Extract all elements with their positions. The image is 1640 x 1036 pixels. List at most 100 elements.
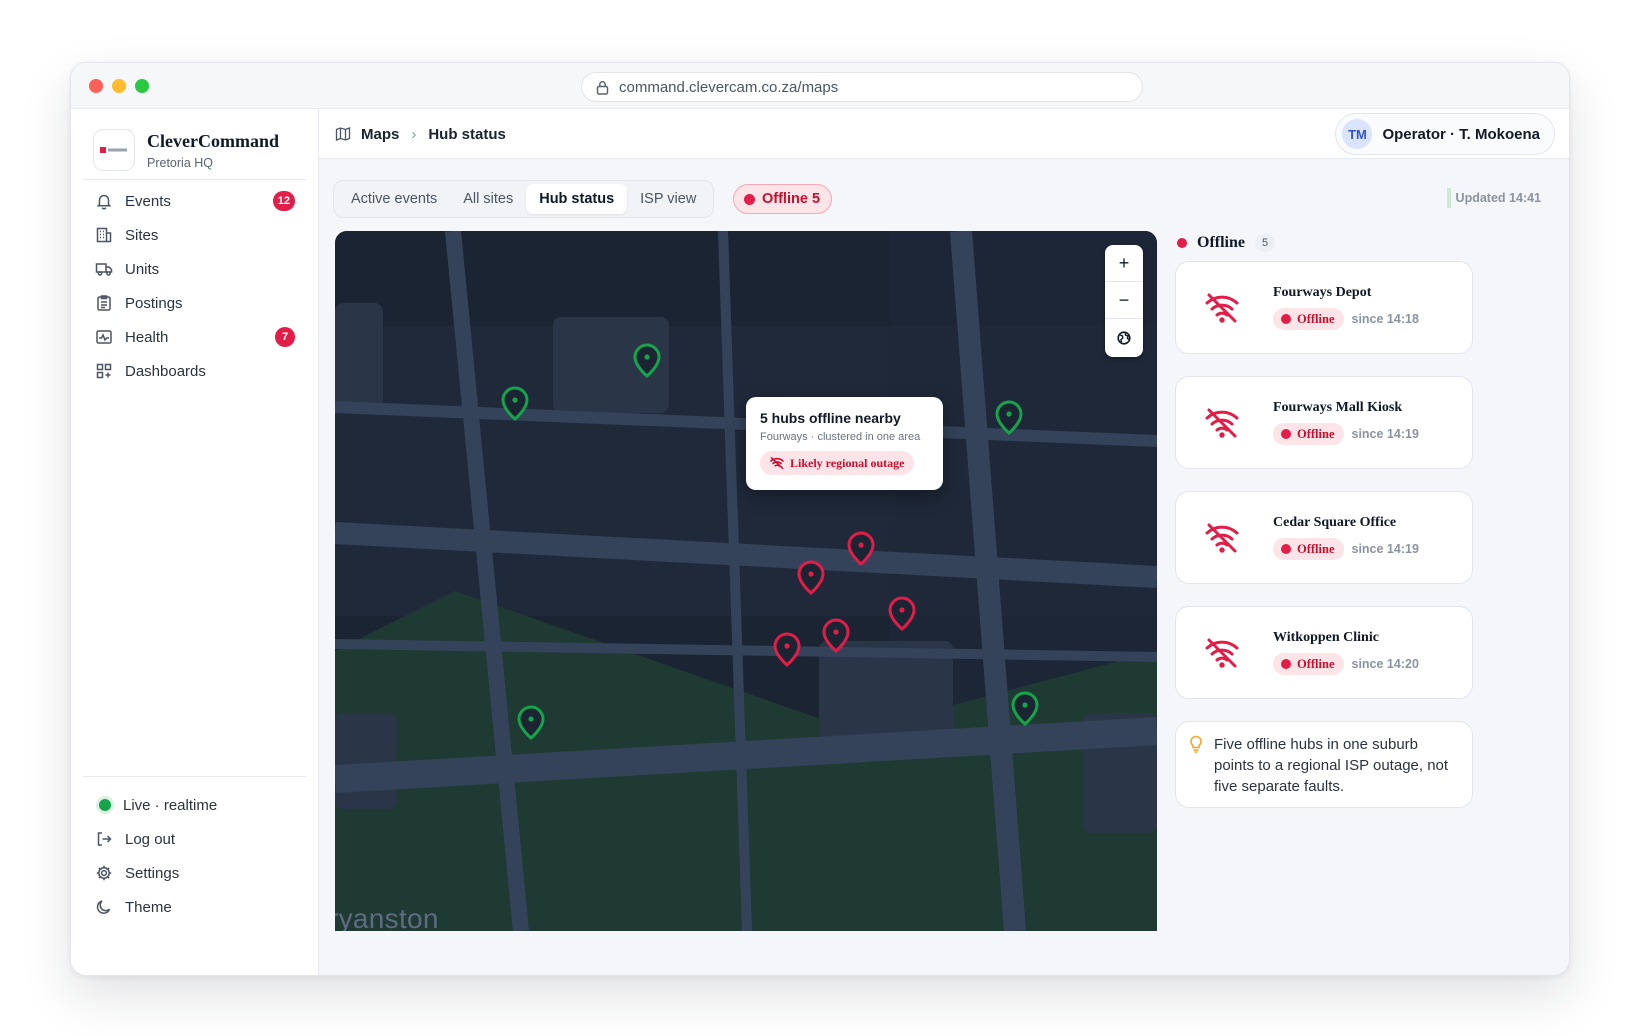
offline-dot (1177, 238, 1187, 248)
sidebar-item-units[interactable]: Units (83, 252, 307, 286)
offline-filter-label: Offline 5 (762, 191, 821, 207)
offline-filter-chip[interactable]: Offline 5 (733, 184, 833, 214)
bell-icon (96, 194, 112, 210)
url-text: command.clevercam.co.za/maps (619, 78, 839, 96)
close-window-button[interactable] (89, 79, 103, 93)
sidebar-item-dashboards[interactable]: Dashboards (83, 354, 307, 388)
browser-titlebar: command.clevercam.co.za/maps (71, 63, 1569, 109)
hub-card[interactable]: Cedar Square Office Offline since 14:19 (1175, 491, 1473, 584)
brand-subtitle: Pretoria HQ (147, 155, 213, 170)
sidebar-item-sites[interactable]: Sites (83, 218, 307, 252)
offline-count-badge: 5 (1255, 234, 1275, 252)
hub-map[interactable]: + − 5 hubs offline nearby Fourways · clu… (335, 231, 1157, 931)
hub-name: Fourways Depot (1273, 285, 1372, 300)
lightbulb-icon (1190, 735, 1202, 753)
offline-since: since 14:20 (1351, 657, 1419, 671)
sidebar-item-label: Units (125, 260, 160, 278)
topbar: Maps › Hub status TM Operator · T. Mokoe… (319, 109, 1569, 159)
wifi-off-icon (1205, 293, 1239, 323)
pulse-icon (96, 330, 112, 344)
main-nav: Events 12 Sites Units Postings Health 7 (83, 184, 307, 388)
theme-label: Theme (125, 898, 172, 916)
tab-all-sites[interactable]: All sites (450, 184, 526, 214)
sidebar-item-health[interactable]: Health 7 (83, 320, 307, 354)
hub-card[interactable]: Witkoppen Clinic Offline since 14:20 (1175, 606, 1473, 699)
sidebar-bottom-divider (83, 776, 306, 777)
wifi-off-icon (1205, 523, 1239, 553)
breadcrumb-maps[interactable]: Maps (361, 126, 399, 143)
sidebar-item-label: Events (125, 192, 171, 210)
sidebar-item-postings[interactable]: Postings (83, 286, 307, 320)
offline-since: since 14:19 (1351, 427, 1419, 441)
globe-icon (1117, 330, 1131, 345)
logout-icon (97, 832, 112, 846)
hub-card[interactable]: Fourways Depot Offline since 14:18 (1175, 261, 1473, 354)
sidebar: CleverCommand Pretoria HQ Events 12 Site… (71, 109, 319, 975)
grid-icon (96, 363, 112, 379)
hub-card[interactable]: Fourways Mall Kiosk Offline since 14:19 (1175, 376, 1473, 469)
updated-timestamp: Updated 14:41 (1446, 188, 1541, 208)
clipboard-icon (97, 295, 111, 311)
tab-isp-view[interactable]: ISP view (627, 184, 709, 214)
breadcrumb-current: Hub status (428, 125, 506, 143)
clevercam-logo (93, 129, 135, 171)
globe-view-button[interactable] (1105, 319, 1143, 356)
offline-dot (1281, 314, 1291, 324)
zoom-out-button[interactable]: − (1105, 282, 1143, 319)
map-zoom-controls: + − (1105, 245, 1143, 357)
minimize-window-button[interactable] (112, 79, 126, 93)
offline-since: since 14:19 (1351, 542, 1419, 556)
hub-name: Fourways Mall Kiosk (1273, 400, 1403, 415)
status-label: Offline (1297, 541, 1335, 556)
settings-label: Settings (125, 864, 180, 882)
hub-name: Witkoppen Clinic (1273, 630, 1379, 645)
building-icon (96, 227, 112, 243)
operator-name: Operator · T. Mokoena (1382, 125, 1540, 143)
zoom-in-button[interactable]: + (1105, 245, 1143, 282)
status-badge: Offline (1273, 653, 1344, 675)
tab-active-events[interactable]: Active events (338, 184, 450, 214)
maximize-window-button[interactable] (135, 79, 149, 93)
offline-hubs-panel: Offline 5 Fourways Depot Offline since 1… (1175, 231, 1473, 808)
panel-title: Offline (1197, 234, 1245, 251)
map-icon (335, 127, 351, 141)
health-count-badge: 7 (275, 327, 295, 347)
operator-menu[interactable]: TM Operator · T. Mokoena (1335, 113, 1555, 155)
regional-outage-chip: Likely regional outage (760, 451, 915, 475)
events-count-badge: 12 (272, 191, 295, 211)
status-label: Offline (1297, 311, 1335, 326)
logout-label: Log out (125, 830, 176, 848)
tab-hub-status[interactable]: Hub status (526, 184, 628, 214)
status-badge: Offline (1273, 538, 1344, 560)
offline-dot (744, 193, 755, 205)
hub-status-row: Offline since 14:18 (1273, 308, 1419, 330)
offline-since: since 14:18 (1351, 312, 1419, 326)
breadcrumb: Maps › Hub status (335, 109, 506, 159)
wifi-off-icon (770, 457, 784, 469)
status-badge: Offline (1273, 308, 1344, 330)
sidebar-item-events[interactable]: Events 12 (83, 184, 307, 218)
panel-header: Offline 5 (1175, 231, 1473, 255)
map-view-tabs: Active events All sites Hub status ISP v… (333, 180, 715, 218)
sidebar-item-label: Dashboards (125, 362, 206, 380)
status-label: Offline (1297, 426, 1335, 441)
lock-icon (596, 80, 609, 95)
bottom-nav: Live · realtime Log out Settings Theme (83, 788, 307, 924)
insight-note: Five offline hubs in one suburb points t… (1175, 721, 1473, 808)
sidebar-divider (83, 179, 306, 180)
moon-icon (96, 900, 111, 914)
address-bar[interactable]: command.clevercam.co.za/maps (581, 72, 1143, 102)
logout-button[interactable]: Log out (83, 822, 307, 856)
map-area-label: ryanston (335, 903, 439, 931)
sidebar-item-label: Sites (125, 226, 159, 244)
status-label: Offline (1297, 656, 1335, 671)
brand[interactable]: CleverCommand Pretoria HQ (93, 129, 279, 171)
live-status-label: Live · realtime (123, 796, 218, 814)
offline-dot (1281, 429, 1291, 439)
sidebar-item-label: Postings (125, 294, 183, 312)
theme-button[interactable]: Theme (83, 890, 307, 924)
settings-button[interactable]: Settings (83, 856, 307, 890)
app-window: command.clevercam.co.za/maps CleverComma… (70, 62, 1570, 976)
map-canvas (335, 231, 1157, 931)
offline-dot (1281, 544, 1291, 554)
